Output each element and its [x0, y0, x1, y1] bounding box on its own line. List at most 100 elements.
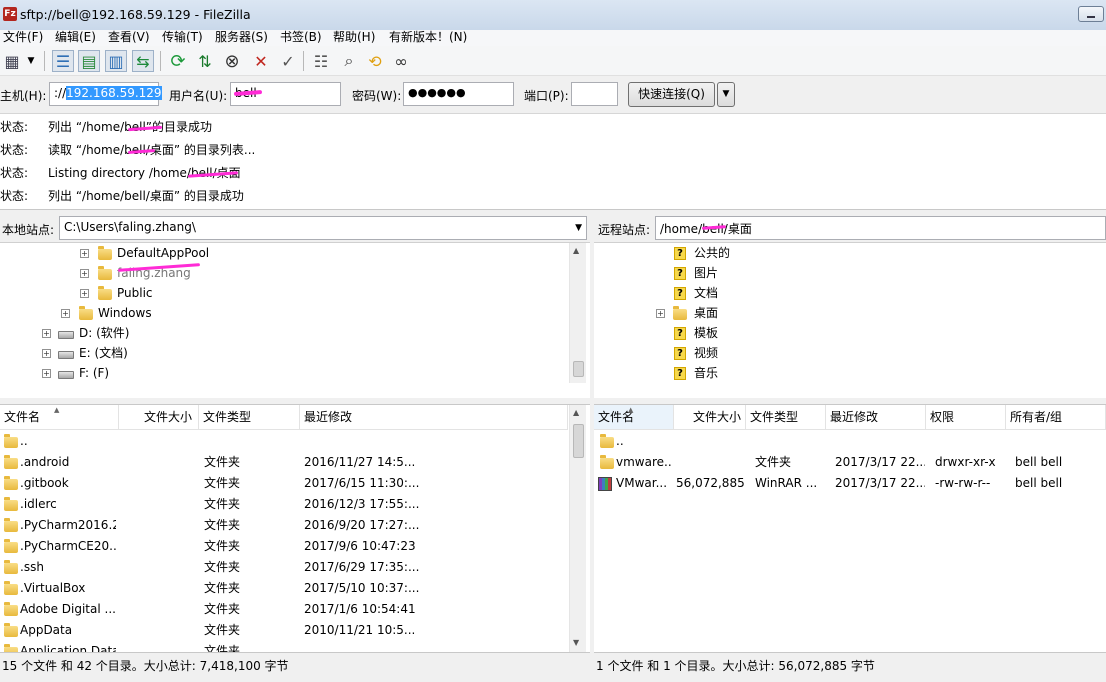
- file-row[interactable]: ..: [0, 431, 568, 452]
- tree-node[interactable]: ? 公共的: [674, 243, 824, 263]
- toggle-log-icon[interactable]: ☰: [52, 50, 74, 72]
- file-row[interactable]: .VirtualBox 文件夹 2017/5/10 10:37:...: [0, 578, 568, 599]
- column-header-size[interactable]: 文件大小: [674, 405, 746, 429]
- column-header-owner[interactable]: 所有者/组: [1006, 405, 1106, 429]
- folder-icon: [4, 455, 18, 469]
- column-header-modified[interactable]: 最近修改: [300, 405, 568, 429]
- file-row[interactable]: Application Data 文件夹: [0, 641, 568, 652]
- scroll-up-icon[interactable]: ▲: [573, 246, 579, 255]
- tree-node[interactable]: + Windows: [61, 303, 261, 323]
- toggle-local-tree-icon[interactable]: ▤: [78, 50, 100, 72]
- file-type: 文件夹: [204, 644, 241, 652]
- expand-icon[interactable]: +: [80, 249, 89, 258]
- tree-node[interactable]: + D: (软件): [42, 323, 242, 343]
- tree-node[interactable]: ? 图片: [674, 263, 824, 283]
- menu-edit[interactable]: 编辑(E): [55, 30, 96, 45]
- cancel-icon[interactable]: ⊗: [221, 50, 243, 72]
- expand-icon[interactable]: +: [80, 289, 89, 298]
- compare-icon[interactable]: ∞: [390, 50, 412, 72]
- file-row[interactable]: ..: [594, 431, 1106, 452]
- menu-transfer[interactable]: 传输(T): [162, 30, 203, 45]
- column-header-size[interactable]: 文件大小: [119, 405, 199, 429]
- local-list-scrollbar[interactable]: ▲ ▼: [569, 405, 586, 652]
- title-bar: Fz sftp://bell@192.168.59.129 - FileZill…: [0, 0, 1106, 30]
- refresh-icon[interactable]: ⟳: [167, 50, 189, 72]
- password-input[interactable]: ●●●●●●: [403, 82, 514, 106]
- menu-file[interactable]: 文件(F): [3, 30, 43, 45]
- toggle-remote-tree-icon[interactable]: ▥: [105, 50, 127, 72]
- local-tree-scrollbar[interactable]: ▲: [569, 243, 586, 383]
- tree-node[interactable]: ? 文档: [674, 283, 824, 303]
- column-header-type[interactable]: 文件类型: [199, 405, 300, 429]
- file-name: .PyCharmCE20...: [20, 539, 116, 553]
- log-label: 状态:: [0, 189, 29, 203]
- scroll-down-icon[interactable]: ▼: [573, 638, 579, 647]
- expand-icon[interactable]: +: [42, 329, 51, 338]
- expand-icon[interactable]: +: [42, 369, 51, 378]
- expand-icon[interactable]: +: [656, 309, 665, 318]
- tree-node[interactable]: ? 模板: [674, 323, 824, 343]
- file-row[interactable]: .ssh 文件夹 2017/6/29 17:35:...: [0, 557, 568, 578]
- column-header-type[interactable]: 文件类型: [746, 405, 826, 429]
- file-row[interactable]: vmware... 文件夹 2017/3/17 22... drwxr-xr-x…: [594, 452, 1106, 473]
- quickconnect-button[interactable]: 快速连接(Q): [628, 82, 715, 107]
- host-input[interactable]: ://192.168.59.129: [49, 82, 162, 106]
- column-header-permissions[interactable]: 权限: [926, 405, 1006, 429]
- file-type: 文件夹: [204, 602, 241, 616]
- column-header-modified[interactable]: 最近修改: [826, 405, 926, 429]
- file-row[interactable]: .android 文件夹 2016/11/27 14:5...: [0, 452, 568, 473]
- tree-node-label: 公共的: [694, 246, 731, 260]
- scroll-up-icon[interactable]: ▲: [573, 408, 579, 417]
- menu-server[interactable]: 服务器(S): [215, 30, 268, 45]
- drive-icon: [58, 351, 74, 359]
- sync-browse-icon[interactable]: ⟲: [364, 50, 386, 72]
- password-label: 密码(W):: [352, 89, 402, 103]
- search-files-icon[interactable]: ⌕: [338, 50, 360, 72]
- file-row[interactable]: VMwar... 56,072,885 WinRAR ... 2017/3/17…: [594, 473, 1106, 494]
- tree-node[interactable]: + 桌面: [656, 303, 826, 323]
- column-header-filename[interactable]: 文件名: [0, 405, 119, 429]
- tree-node[interactable]: ? 视频: [674, 343, 824, 363]
- quickconnect-dropdown-icon[interactable]: ▼: [717, 82, 735, 107]
- log-label: 状态:: [0, 166, 29, 180]
- toggle-queue-icon[interactable]: ⇆: [132, 50, 154, 72]
- file-row[interactable]: .PyCharmCE20... 文件夹 2017/9/6 10:47:23: [0, 536, 568, 557]
- port-input[interactable]: [571, 82, 618, 106]
- column-header-filename[interactable]: 文件名: [594, 405, 674, 429]
- file-row[interactable]: Adobe Digital ... 文件夹 2017/1/6 10:54:41: [0, 599, 568, 620]
- file-row[interactable]: AppData 文件夹 2010/11/21 10:5...: [0, 620, 568, 641]
- reconnect-icon[interactable]: ✓: [277, 50, 299, 72]
- tree-node-label: Windows: [98, 306, 152, 320]
- site-manager-icon[interactable]: ▦: [1, 50, 23, 72]
- file-row[interactable]: .PyCharm2016.2 文件夹 2016/9/20 17:27:...: [0, 515, 568, 536]
- expand-icon[interactable]: +: [61, 309, 70, 318]
- local-path-combo[interactable]: C:\Users\faling.zhang\ ▼: [59, 216, 587, 240]
- tree-node[interactable]: + E: (文档): [42, 343, 242, 363]
- expand-icon[interactable]: +: [80, 269, 89, 278]
- menu-bookmarks[interactable]: 书签(B): [280, 30, 322, 45]
- scroll-thumb[interactable]: [573, 361, 584, 377]
- user-label: 用户名(U):: [169, 89, 228, 103]
- file-row[interactable]: .gitbook 文件夹 2017/6/15 11:30:...: [0, 473, 568, 494]
- chevron-down-icon[interactable]: ▼: [575, 223, 582, 233]
- minimize-button[interactable]: [1078, 6, 1104, 22]
- menu-help[interactable]: 帮助(H): [333, 30, 375, 45]
- sort-ascending-icon: ▲: [628, 406, 634, 414]
- scroll-thumb[interactable]: [573, 424, 584, 458]
- menu-new-version[interactable]: 有新版本！(N): [389, 30, 467, 45]
- tree-node[interactable]: + Public: [80, 283, 280, 303]
- disconnect-icon[interactable]: ✕: [250, 50, 272, 72]
- file-name: .PyCharm2016.2: [20, 518, 116, 532]
- file-row[interactable]: .idlerc 文件夹 2016/12/3 17:55:...: [0, 494, 568, 515]
- menu-view[interactable]: 查看(V): [108, 30, 150, 45]
- tree-node[interactable]: ? 音乐: [674, 363, 824, 383]
- file-modified: 2017/1/6 10:54:41: [304, 602, 416, 616]
- local-site-bar: 本地站点: C:\Users\faling.zhang\ ▼: [0, 216, 590, 242]
- directory-filter-icon[interactable]: ☷: [310, 50, 332, 72]
- tree-node[interactable]: + F: (F): [42, 363, 242, 383]
- tree-node[interactable]: + DefaultAppPool: [80, 243, 280, 263]
- folder-icon: [98, 246, 112, 260]
- expand-icon[interactable]: +: [42, 349, 51, 358]
- dropdown-arrow-icon[interactable]: ▼: [24, 50, 38, 72]
- process-queue-icon[interactable]: ⇅: [194, 50, 216, 72]
